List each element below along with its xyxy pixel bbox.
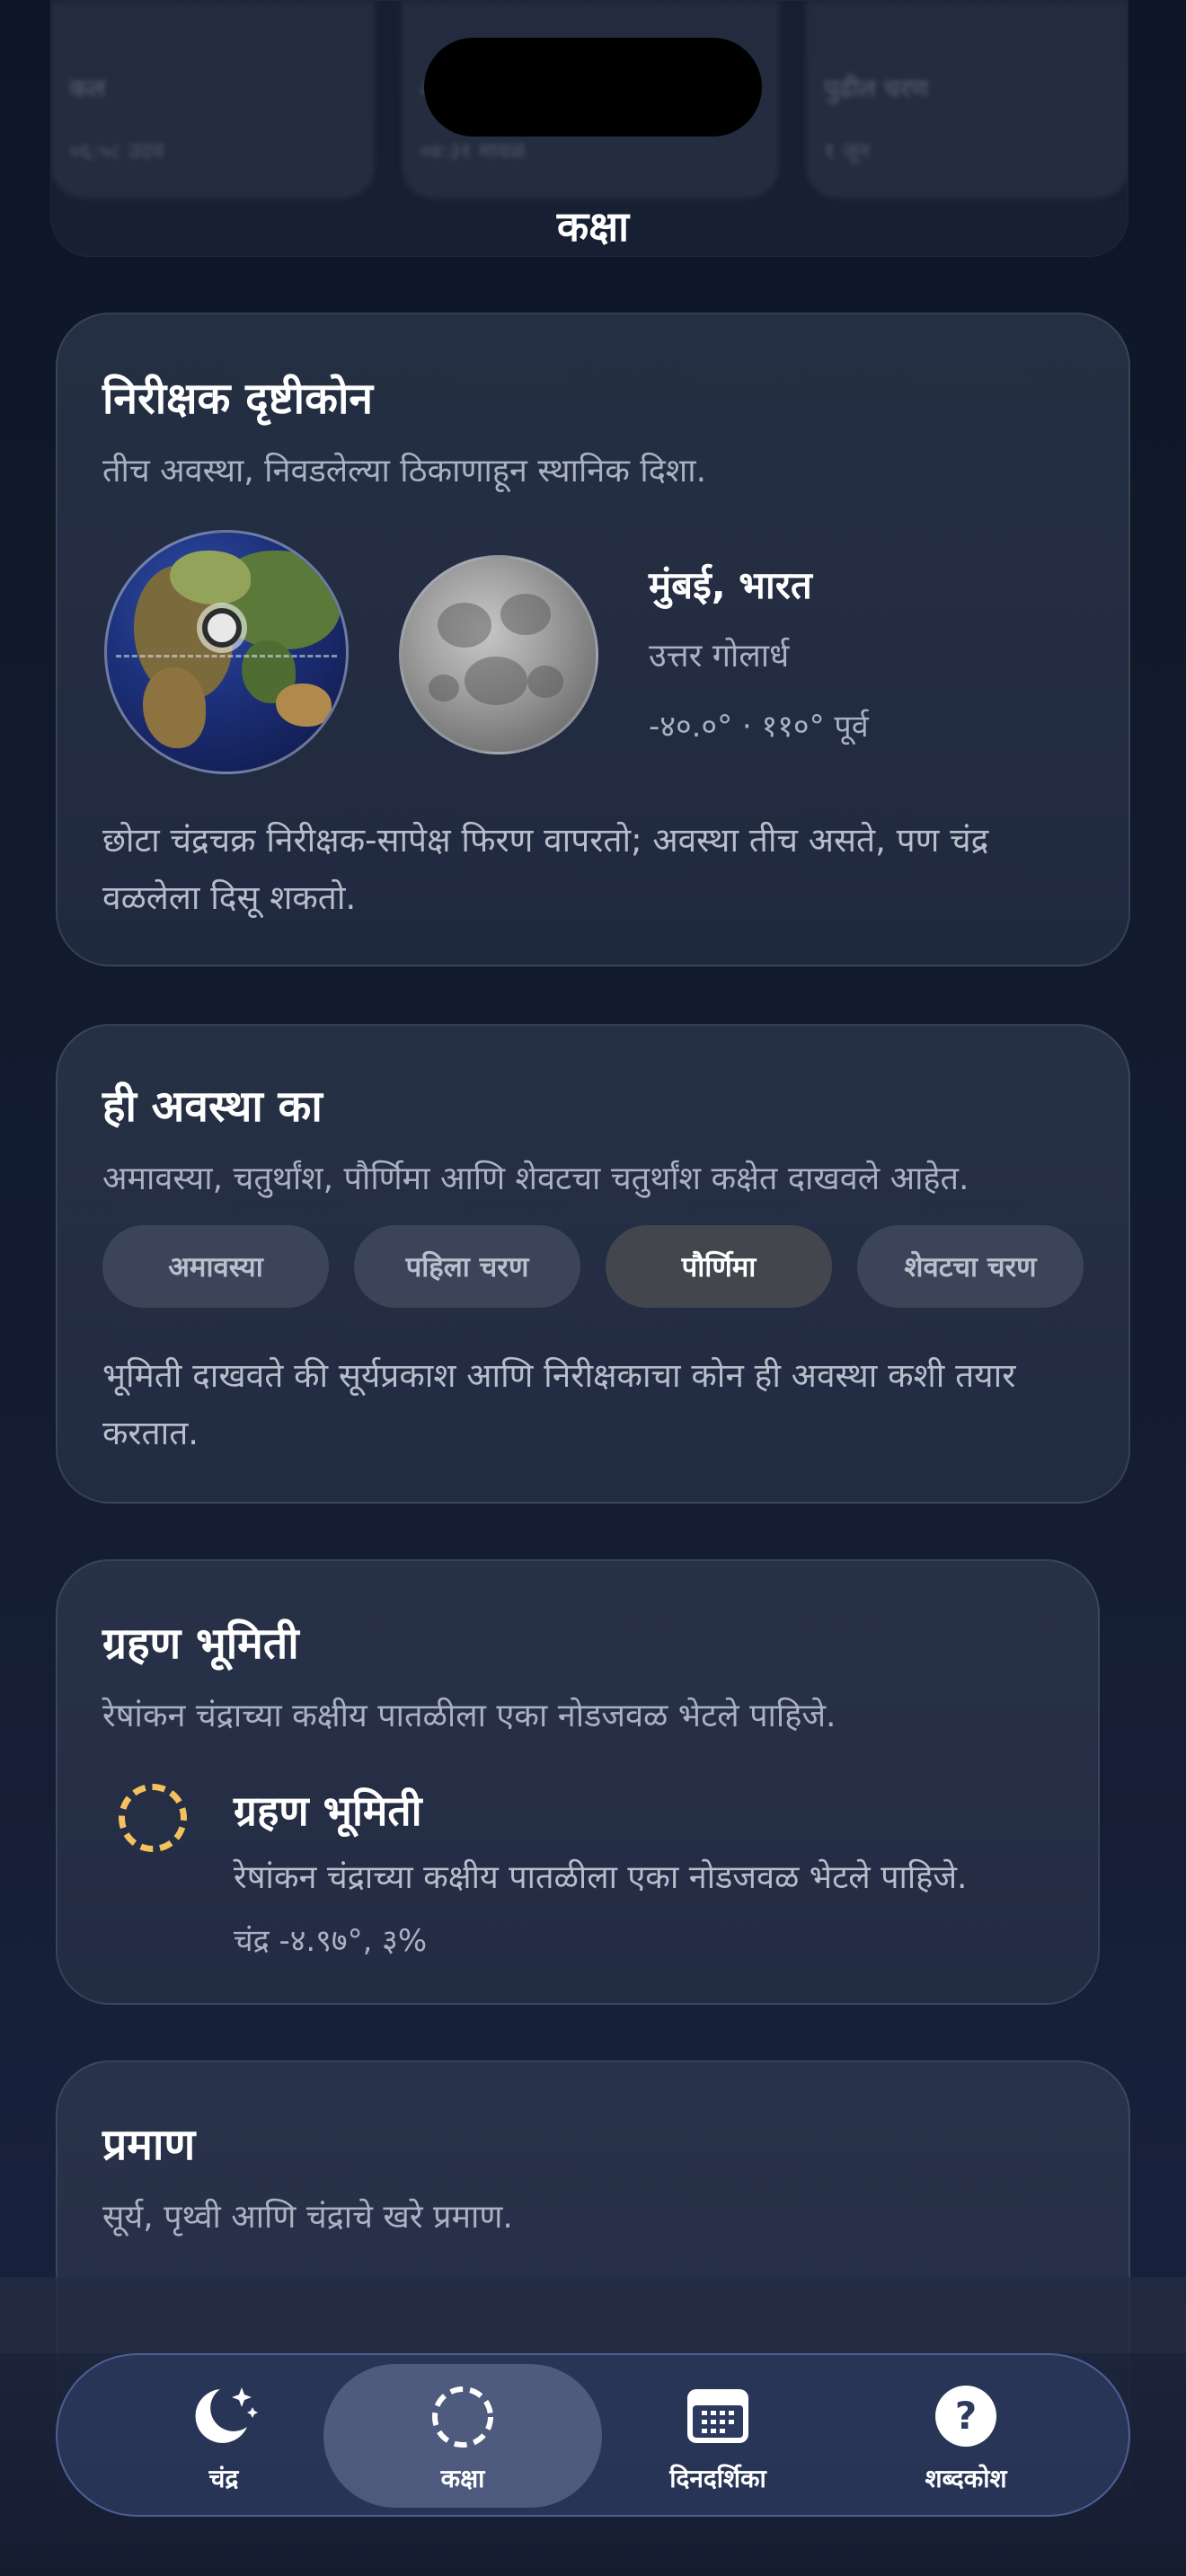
moon-stars-icon <box>188 2384 260 2452</box>
calendar-icon <box>686 2384 750 2450</box>
observer-card-subtitle: तीच अवस्था, निवडलेल्या ठिकाणाहून स्थानिक… <box>102 453 707 490</box>
eclipse-card: ग्रहण भूमिती रेषांकन चंद्राच्या कक्षीय प… <box>56 1559 1100 2005</box>
eclipse-ring-icon <box>119 1784 187 1852</box>
phase-card-subtitle: अमावस्या, चतुर्थांश, पौर्णिमा आणि शेवटचा… <box>102 1160 969 1197</box>
observer-card-title: निरीक्षक दृष्टीकोन <box>102 374 374 424</box>
moon-phase-icon <box>399 555 598 754</box>
background-card-title: कल <box>69 74 106 103</box>
dynamic-island <box>424 38 762 137</box>
phase-chip-last-quarter[interactable]: शेवटचा चरण <box>857 1225 1084 1308</box>
tab-glossary-label: शब्दकोश <box>925 2464 1007 2493</box>
orbit-icon <box>429 2384 496 2454</box>
eclipse-card-title: ग्रहण भूमिती <box>102 1619 299 1669</box>
background-card: कल ०६:५८ उदय <box>51 1 375 198</box>
tab-moon-label: चंद्र <box>208 2464 239 2493</box>
tab-calendar[interactable]: दिनदर्शिका <box>579 2364 857 2508</box>
background-card-sub: १ जून <box>824 138 871 163</box>
tab-orbit-label: कक्षा <box>440 2464 485 2493</box>
observer-card: निरीक्षक दृष्टीकोन तीच अवस्था, निवडलेल्य… <box>56 313 1130 966</box>
phase-card-body: भूमिती दाखवते की सूर्यप्रकाश आणि निरीक्ष… <box>102 1356 1016 1452</box>
scale-card-title: प्रमाण <box>102 2120 196 2170</box>
eclipse-item-subtitle: रेषांकन चंद्राच्या कक्षीय पातळीला एका नो… <box>234 1859 968 1896</box>
eclipse-item-title: ग्रहण भूमिती <box>234 1786 422 1835</box>
phase-card-title: ही अवस्था का <box>102 1081 323 1132</box>
eclipse-item-meta: चंद्र -४.९७°, ३% <box>234 1923 428 1959</box>
svg-text:?: ? <box>955 2394 977 2438</box>
tab-orbit[interactable]: कक्षा <box>323 2364 602 2508</box>
tab-glossary[interactable]: ? शब्दकोश <box>827 2364 1105 2508</box>
phase-chip-first-quarter[interactable]: पहिला चरण <box>354 1225 580 1308</box>
background-card-sub: ०४:३१ मावळ <box>420 138 526 163</box>
background-card-sub: ०६:५८ उदय <box>69 138 164 163</box>
background-card-title: पुढील चरण <box>824 74 929 103</box>
tabbar-shade <box>0 2277 1186 2353</box>
tab-calendar-label: दिनदर्शिका <box>669 2464 766 2493</box>
phase-chip-new-moon[interactable]: अमावस्या <box>102 1225 329 1308</box>
observer-card-body: छोटा चंद्रचक्र निरीक्षक-सापेक्ष फिरण वाप… <box>102 821 989 917</box>
tab-moon[interactable]: चंद्र <box>84 2364 363 2508</box>
background-card: पुढील चरण १ जून <box>806 1 1128 198</box>
phase-chip-full-moon[interactable]: पौर्णिमा <box>606 1225 832 1308</box>
location-city: मुंबई, भारत <box>649 563 812 607</box>
location-coordinates: -४०.०° · ११०° पूर्व <box>649 709 869 745</box>
help-icon: ? <box>934 2384 998 2452</box>
eclipse-card-subtitle: रेषांकन चंद्राच्या कक्षीय पातळीला एका नो… <box>102 1698 836 1734</box>
page-title: कक्षा <box>556 202 630 251</box>
phase-card: ही अवस्था का अमावस्या, चतुर्थांश, पौर्णि… <box>56 1024 1130 1504</box>
observer-location-marker <box>202 608 242 648</box>
scale-card-subtitle: सूर्य, पृथ्वी आणि चंद्राचे खरे प्रमाण. <box>102 2199 513 2236</box>
earth-globe-icon <box>104 530 349 774</box>
tab-bar: चंद्र कक्षा दिनदर्शिका ? शब्दकोश <box>56 2353 1130 2517</box>
location-hemisphere: उत्तर गोलार्ध <box>649 638 790 675</box>
